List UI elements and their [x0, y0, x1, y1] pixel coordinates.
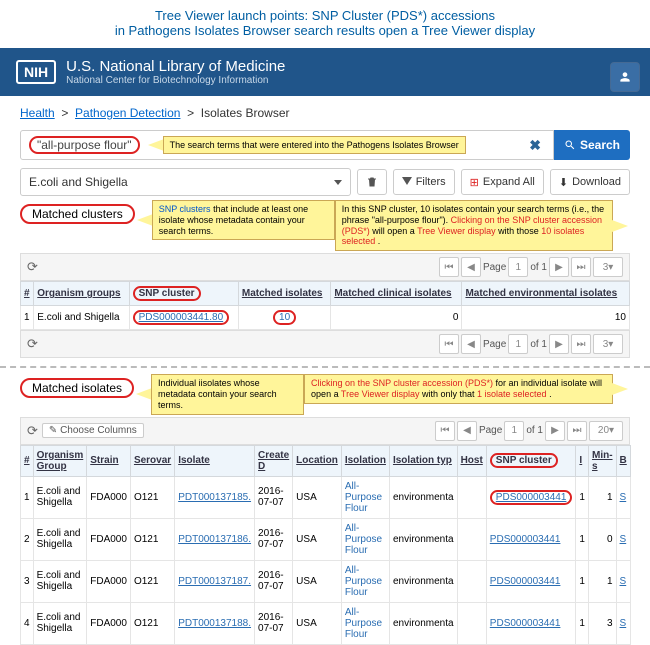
pager-size[interactable]: 3 ▾ [593, 257, 623, 277]
col-snp-cluster[interactable]: SNP cluster [486, 445, 576, 476]
col-isolation[interactable]: Isolation [341, 445, 389, 476]
user-menu-button[interactable] [610, 62, 640, 92]
search-button[interactable]: Search [554, 130, 630, 160]
isolates-callout-2: Clicking on the SNP cluster accession (P… [304, 374, 613, 404]
col-env[interactable]: Matched environmental isolates [462, 282, 630, 306]
breadcrumb-health[interactable]: Health [20, 106, 55, 120]
expand-icon: ⊞ [470, 176, 479, 189]
nih-header: NIH U.S. National Library of Medicine Na… [0, 48, 650, 96]
clusters-callout-1: SNP clusters that include at least one i… [152, 200, 335, 240]
col-min-s[interactable]: Min-s [588, 445, 616, 476]
pager-prev[interactable]: ◀ [461, 257, 481, 277]
col-location[interactable]: Location [293, 445, 342, 476]
search-value: "all-purpose flour" [29, 136, 140, 154]
isolates-table: #Organism GroupStrainSerovarIsolateCreat… [20, 445, 631, 645]
delete-button[interactable] [357, 169, 387, 195]
breadcrumb-pathogen[interactable]: Pathogen Detection [75, 106, 180, 120]
matched-clusters-label: Matched clusters [20, 204, 135, 224]
clusters-table: # Organism groups SNP cluster Matched is… [20, 281, 630, 330]
col-host[interactable]: Host [457, 445, 486, 476]
matched-isolates-label: Matched isolates [20, 378, 134, 398]
pager-next[interactable]: ▶ [549, 257, 569, 277]
table-row: 4E.coli and ShigellaFDA000O121PDT0001371… [21, 602, 631, 644]
choose-columns-button[interactable]: ✎ Choose Columns [42, 423, 144, 438]
breadcrumb-current: Isolates Browser [201, 106, 290, 120]
isolate-link[interactable]: PDT000137187. [178, 576, 251, 587]
search-row: "all-purpose flour" The search terms tha… [20, 130, 630, 160]
isolates-toolbar: ✎ Choose Columns ⏮ ◀ Page 1 of 1 ▶ ⏭ 20 … [20, 417, 630, 445]
snp-cluster-link[interactable]: PDS000003441.80 [139, 312, 224, 323]
search-input[interactable]: "all-purpose flour" The search terms tha… [20, 130, 554, 160]
table-row: 3E.coli and ShigellaFDA000O121PDT0001371… [21, 560, 631, 602]
col-create-d[interactable]: Create D [255, 445, 293, 476]
clear-icon[interactable]: ✖ [525, 137, 545, 154]
nih-logo: NIH [16, 60, 56, 84]
col-strain[interactable]: Strain [87, 445, 131, 476]
snp-cluster-link[interactable]: PDS000003441 [490, 576, 561, 587]
organism-select[interactable]: E.coli and Shigella [20, 168, 351, 196]
search-icon [564, 139, 576, 151]
annotation-title: Tree Viewer launch points: SNP Cluster (… [0, 0, 650, 48]
col-isolation-typ[interactable]: Isolation typ [389, 445, 457, 476]
trash-icon [366, 176, 378, 188]
refresh-icon[interactable] [27, 336, 38, 352]
isolates-callout-1: Individual iisolates whose metadata cont… [151, 374, 304, 414]
isolate-link[interactable]: PDT000137186. [178, 534, 251, 545]
clusters-toolbar: ⏮ ◀ Page 1 of 1 ▶ ⏭ 3 ▾ [20, 253, 630, 281]
refresh-icon[interactable] [27, 259, 38, 275]
snp-cluster-link[interactable]: PDS000003441 [496, 492, 567, 503]
search-callout: The search terms that were entered into … [163, 136, 466, 155]
filter-row: E.coli and Shigella Filters ⊞ Expand All… [20, 168, 630, 196]
col-i[interactable]: I [576, 445, 589, 476]
site-subtitle: National Center for Biotechnology Inform… [66, 75, 285, 86]
col-organism[interactable]: Organism groups [34, 282, 129, 306]
pager-last[interactable]: ⏭ [571, 257, 591, 277]
isolate-link[interactable]: PDT000137188. [178, 618, 251, 629]
matched-isolates-count[interactable]: 10 [273, 310, 296, 325]
col-matched[interactable]: Matched isolates [238, 282, 330, 306]
site-title: U.S. National Library of Medicine [66, 58, 285, 75]
expand-all-button[interactable]: ⊞ Expand All [461, 169, 544, 195]
col-organism-group[interactable]: Organism Group [33, 445, 87, 476]
snp-cluster-link[interactable]: PDS000003441 [490, 618, 561, 629]
isolate-link[interactable]: PDT000137185. [178, 492, 251, 503]
pager-first[interactable]: ⏮ [439, 257, 459, 277]
clusters-toolbar-bottom: ⏮ ◀ Page 1 of 1 ▶ ⏭ 3 ▾ [20, 330, 630, 358]
col-#[interactable]: # [21, 445, 34, 476]
clusters-callout-2: In this SNP cluster, 10 isolates contain… [335, 200, 613, 251]
snp-cluster-link[interactable]: PDS000003441 [490, 534, 561, 545]
download-button[interactable]: ⬇ Download [550, 169, 630, 195]
pager-page-input[interactable]: 1 [508, 257, 528, 277]
col-serovar[interactable]: Serovar [130, 445, 174, 476]
table-row: 2E.coli and ShigellaFDA000O121PDT0001371… [21, 518, 631, 560]
col-snp[interactable]: SNP cluster [129, 282, 238, 306]
col-isolate[interactable]: Isolate [175, 445, 255, 476]
funnel-icon [402, 176, 412, 188]
user-icon [618, 70, 632, 84]
col-num[interactable]: # [21, 282, 34, 306]
refresh-icon[interactable] [27, 423, 38, 439]
pager-size[interactable]: 20 ▾ [589, 421, 623, 441]
col-clinical[interactable]: Matched clinical isolates [331, 282, 462, 306]
breadcrumb: Health > Pathogen Detection > Isolates B… [0, 96, 650, 130]
filters-button[interactable]: Filters [393, 169, 455, 195]
table-row: 1E.coli and ShigellaFDA000O121PDT0001371… [21, 476, 631, 518]
col-b[interactable]: B [616, 445, 630, 476]
table-row: 1 E.coli and Shigella PDS000003441.80 10… [21, 306, 630, 330]
download-icon: ⬇ [559, 176, 568, 189]
